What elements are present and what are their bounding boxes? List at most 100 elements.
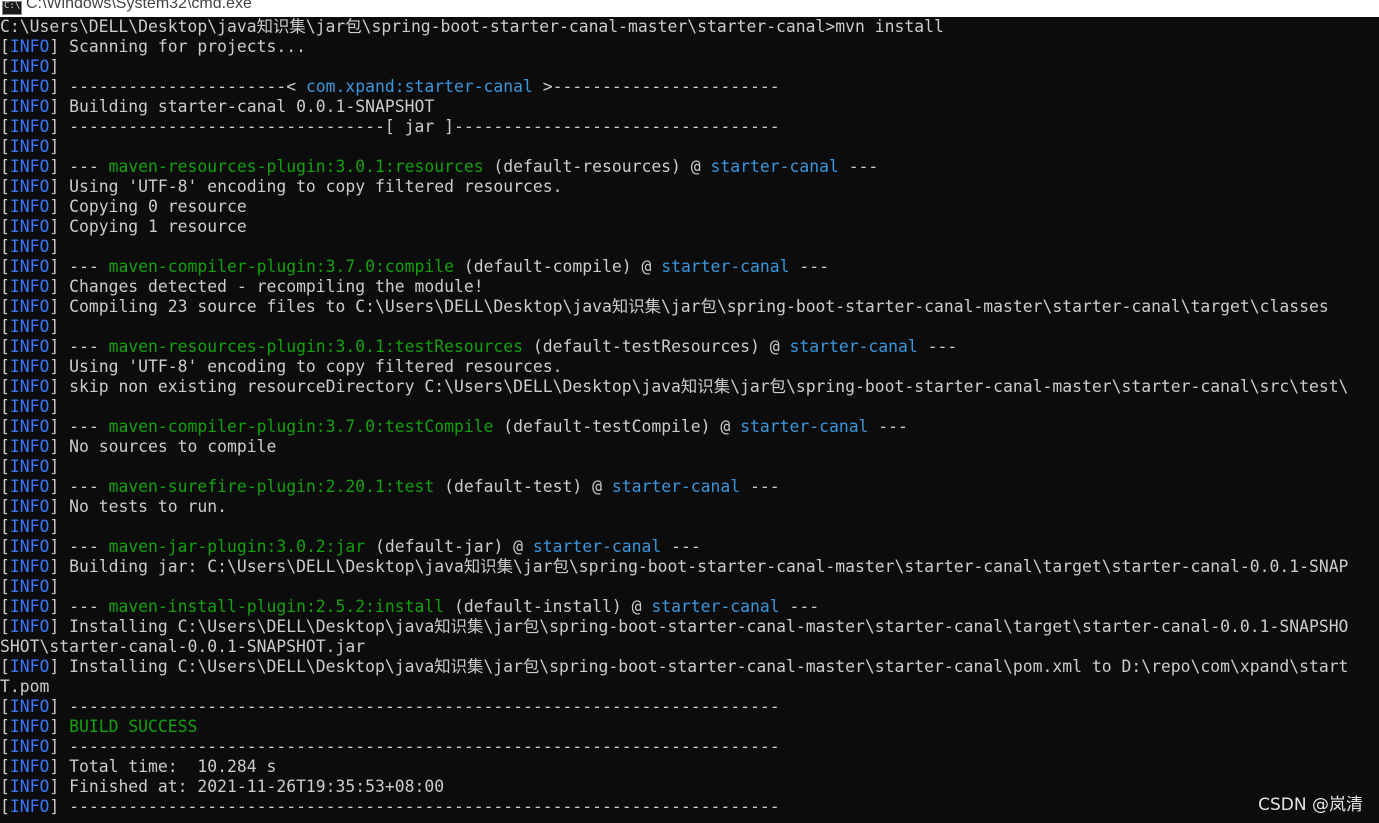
info-tag: INFO — [9, 737, 50, 756]
plugin-text: BUILD SUCCESS — [69, 717, 198, 736]
info-tag: INFO — [9, 257, 50, 276]
console-line: C:\Users\DELL\Desktop\java知识集\jar包\sprin… — [0, 17, 1379, 37]
bracket: ] — [49, 617, 60, 636]
info-tag: INFO — [9, 137, 50, 156]
cmd-icon — [2, 0, 22, 15]
console-text: Using 'UTF-8' encoding to copy filtered … — [59, 357, 563, 376]
console-text: C:\Users\DELL\Desktop\java知识集\jar包\sprin… — [0, 17, 944, 36]
console-line: [INFO] Copying 0 resource — [0, 197, 1379, 217]
bracket: [ — [0, 297, 10, 316]
console-text: (default-test) @ — [434, 477, 612, 496]
console-text: Total time: 10.284 s — [59, 757, 277, 776]
console-text: (default-jar) @ — [365, 537, 533, 556]
plugin-text: maven-compiler-plugin:3.7.0:testCompile — [108, 417, 494, 436]
bracket: ] — [49, 37, 60, 56]
console-text: ----------------------< — [59, 77, 306, 96]
bracket: [ — [0, 177, 10, 196]
info-tag: INFO — [9, 557, 50, 576]
info-tag: INFO — [9, 97, 50, 116]
console-text: Installing C:\Users\DELL\Desktop\java知识集… — [59, 617, 1349, 636]
bracket: [ — [0, 417, 10, 436]
artifact-text: starter-canal — [611, 477, 741, 496]
info-tag: INFO — [9, 77, 50, 96]
bracket: ] — [49, 177, 60, 196]
console-text: --- — [59, 477, 109, 496]
console-line: [INFO] Changes detected - recompiling th… — [0, 277, 1379, 297]
bracket: [ — [0, 497, 10, 516]
console-text: skip non existing resourceDirectory C:\U… — [59, 377, 1349, 396]
bracket: ] — [49, 597, 60, 616]
bracket: ] — [49, 117, 60, 136]
bracket: ] — [49, 557, 60, 576]
artifact-text: starter-canal — [661, 257, 790, 276]
console-line: [INFO] --- maven-jar-plugin:3.0.2:jar (d… — [0, 537, 1379, 557]
info-tag: INFO — [9, 617, 50, 636]
artifact-text: starter-canal — [789, 337, 918, 356]
console-text: Changes detected - recompiling the modul… — [59, 277, 484, 296]
bracket: [ — [0, 457, 10, 476]
watermark: CSDN @岚清 — [1258, 795, 1363, 815]
console-text: (default-install) @ — [444, 597, 652, 616]
console-text: --- — [661, 537, 701, 556]
plugin-text: maven-compiler-plugin:3.7.0:compile — [108, 257, 454, 276]
info-tag: INFO — [9, 117, 50, 136]
bracket: [ — [0, 377, 10, 396]
info-tag: INFO — [9, 537, 50, 556]
console-line: [INFO] — [0, 397, 1379, 417]
info-tag: INFO — [9, 437, 50, 456]
bracket: [ — [0, 697, 10, 716]
info-tag: INFO — [9, 777, 50, 796]
console-line: [INFO] Compiling 23 source files to C:\U… — [0, 297, 1379, 317]
info-tag: INFO — [9, 757, 50, 776]
artifact-text: starter-canal — [651, 597, 780, 616]
console-line: [INFO] Using 'UTF-8' encoding to copy fi… — [0, 357, 1379, 377]
bracket: ] — [49, 237, 60, 256]
bracket: [ — [0, 537, 10, 556]
bracket: [ — [0, 197, 10, 216]
bracket: [ — [0, 657, 10, 676]
console-text: Copying 0 resource — [59, 197, 247, 216]
bracket: ] — [49, 257, 60, 276]
bracket: [ — [0, 437, 10, 456]
console-text: (default-compile) @ — [453, 257, 662, 276]
title-bar[interactable]: C:\Windows\System32\cmd.exe — [0, 0, 1379, 17]
bracket: [ — [0, 137, 10, 156]
console-text: --- — [917, 337, 958, 356]
console-line: [INFO] — [0, 457, 1379, 477]
bracket: ] — [49, 457, 60, 476]
info-tag: INFO — [9, 337, 50, 356]
console-output[interactable]: C:\Users\DELL\Desktop\java知识集\jar包\sprin… — [0, 17, 1379, 823]
info-tag: INFO — [9, 577, 50, 596]
console-text: --- — [59, 157, 109, 176]
bracket: [ — [0, 97, 10, 116]
console-text: Building jar: C:\Users\DELL\Desktop\java… — [59, 557, 1349, 576]
info-tag: INFO — [9, 177, 50, 196]
info-tag: INFO — [9, 597, 50, 616]
bracket: [ — [0, 337, 10, 356]
info-tag: INFO — [9, 297, 50, 316]
console-line: [INFO] Installing C:\Users\DELL\Desktop\… — [0, 657, 1379, 677]
bracket: [ — [0, 37, 10, 56]
bracket: [ — [0, 317, 10, 336]
plugin-text: maven-jar-plugin:3.0.2:jar — [108, 537, 366, 556]
bracket: ] — [49, 737, 60, 756]
console-line: [INFO] Installing C:\Users\DELL\Desktop\… — [0, 617, 1379, 637]
bracket: [ — [0, 217, 10, 236]
info-tag: INFO — [9, 377, 50, 396]
console-line: SHOT\starter-canal-0.0.1-SNAPSHOT.jar — [0, 637, 1379, 657]
bracket: [ — [0, 517, 10, 536]
bracket: ] — [49, 517, 60, 536]
bracket: ] — [49, 297, 60, 316]
artifact-text: starter-canal — [740, 417, 869, 436]
console-text: ----------------------------------------… — [59, 737, 780, 756]
console-line: [INFO] — [0, 237, 1379, 257]
console-line: [INFO] --- maven-resources-plugin:3.0.1:… — [0, 337, 1379, 357]
console-text: >----------------------- — [532, 77, 780, 96]
console-line: [INFO] — [0, 577, 1379, 597]
bracket: [ — [0, 77, 10, 96]
bracket: ] — [49, 477, 60, 496]
bracket: [ — [0, 757, 10, 776]
bracket: ] — [49, 217, 60, 236]
bracket: ] — [49, 137, 60, 156]
bracket: ] — [49, 537, 60, 556]
